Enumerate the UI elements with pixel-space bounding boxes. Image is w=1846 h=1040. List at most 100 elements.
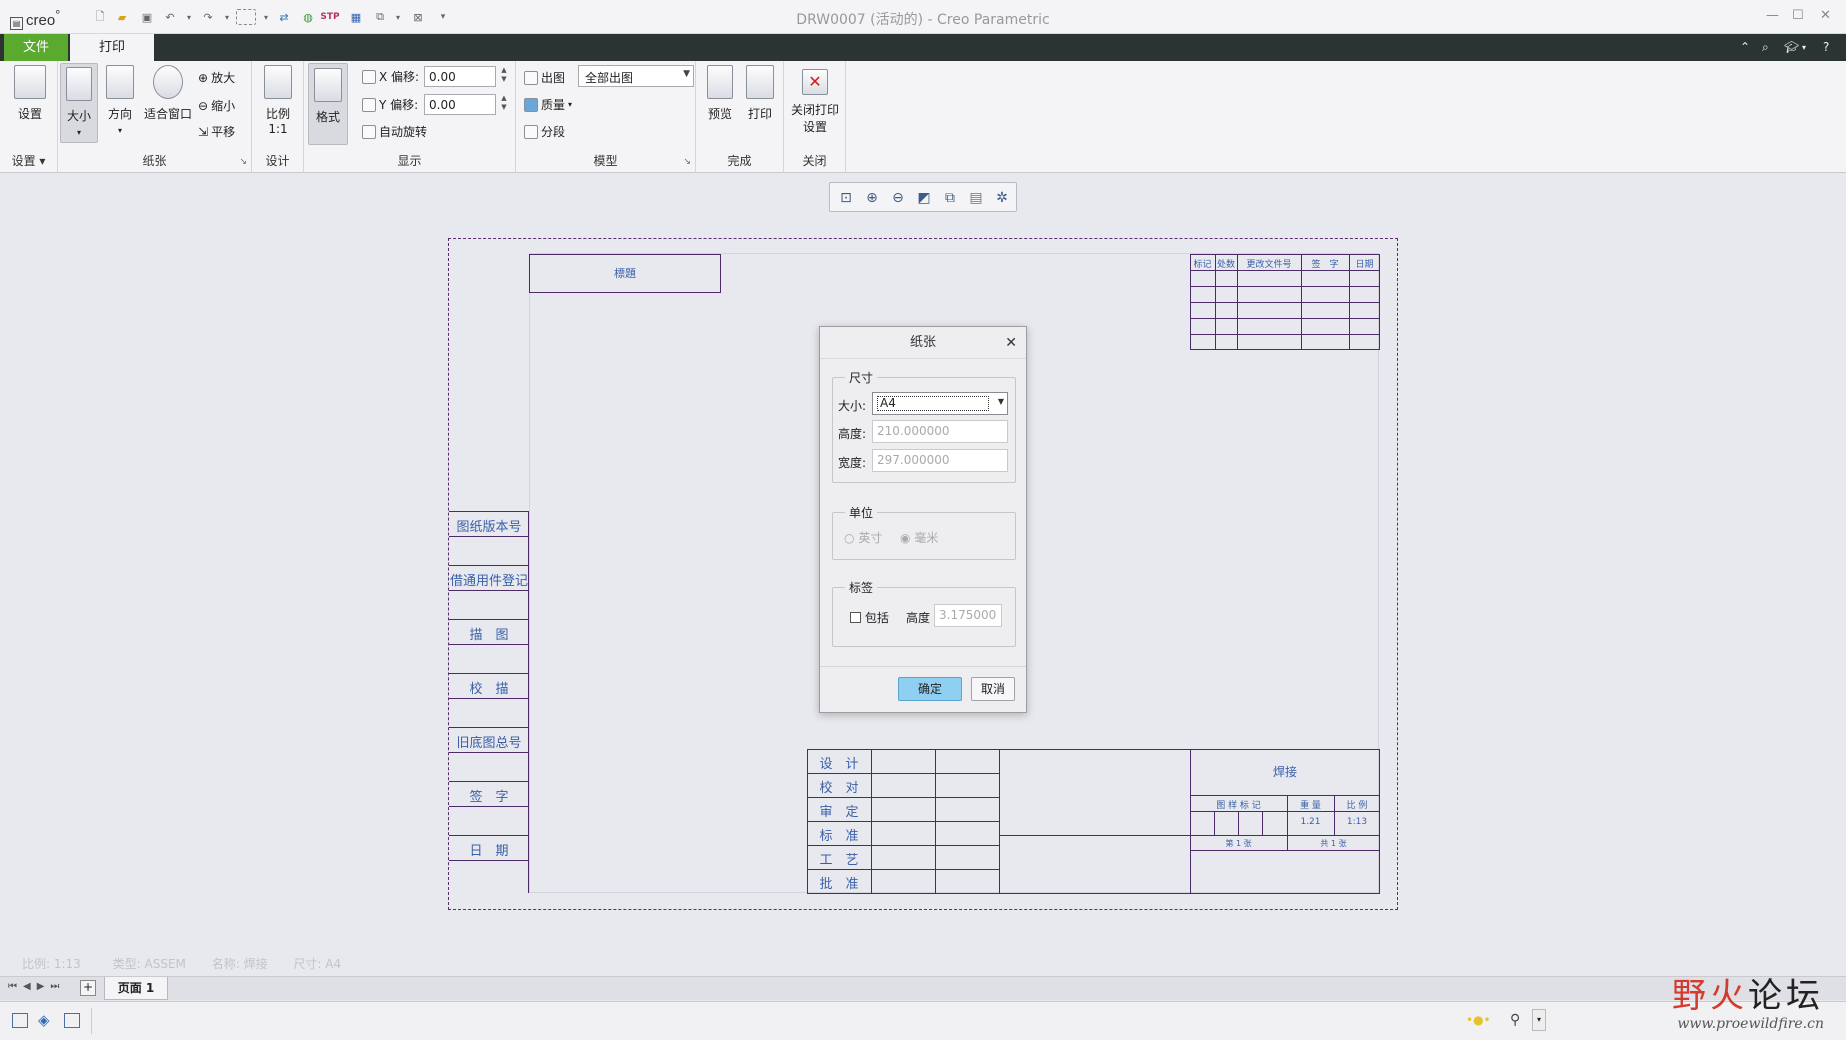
- y-offset-input[interactable]: 0.00: [424, 94, 496, 115]
- find-icon[interactable]: ⚲: [1510, 1012, 1520, 1028]
- paper-dialog: 纸张 ✕ 尺寸 大小: A4 ▼ 高度: 210.000000 宽度: 297.…: [819, 326, 1027, 713]
- learning-dropdown-icon[interactable]: ▾: [1802, 43, 1806, 52]
- status-lights-icon: •●•: [1466, 1013, 1491, 1027]
- group-settings: 设置 设置 ▾: [0, 61, 58, 173]
- plot-icon: [524, 70, 538, 85]
- collapse-ribbon-icon[interactable]: ⌃: [1740, 40, 1750, 54]
- model-tree-icon[interactable]: [12, 1013, 28, 1028]
- group-design: 比例 1:1 设计: [252, 61, 304, 173]
- pan-icon: ⇲: [198, 124, 209, 139]
- scale-icon: [264, 65, 292, 99]
- print-preview-icon[interactable]: ▤: [966, 188, 986, 208]
- fit-window-label: 适合窗口: [143, 107, 192, 121]
- search-icon[interactable]: ⌕: [1762, 40, 1769, 55]
- model-dialog-launcher-icon[interactable]: ↘: [683, 157, 691, 167]
- ribbon-tab-bar: 文件 打印 ⌃ ⌕ 🎓︎ ▾ ?: [0, 34, 1846, 61]
- scale-label: 比例: [265, 107, 290, 121]
- dialog-close-icon[interactable]: ✕: [1005, 335, 1017, 351]
- paper-size-icon: [66, 67, 92, 101]
- filter-dropdown-icon[interactable]: ▾: [1532, 1009, 1546, 1031]
- radio-selected-icon: ◉: [900, 531, 911, 545]
- repaint-icon[interactable]: ◩: [914, 188, 934, 208]
- sheet-total: 共 1 张: [1320, 839, 1347, 848]
- magnifier-icon: [153, 65, 183, 99]
- learning-icon[interactable]: 🎓︎: [1784, 40, 1799, 54]
- print-button[interactable]: 打印: [742, 65, 778, 122]
- status-size: 尺寸: A4: [293, 957, 342, 971]
- paper-dialog-launcher-icon[interactable]: ↘: [239, 157, 247, 167]
- orientation-button-label: 方向: [107, 107, 132, 121]
- zoom-out-icon[interactable]: ⊖: [888, 188, 908, 208]
- close-button[interactable]: ✕: [1820, 8, 1831, 23]
- browser-icon[interactable]: ◈: [38, 1011, 50, 1029]
- cancel-button[interactable]: 取消: [971, 677, 1015, 701]
- zoom-out-label: 缩小: [211, 99, 236, 113]
- view-toolbar: ⊡ ⊕ ⊖ ◩ ⧉ ▤ ✲: [829, 182, 1017, 212]
- group-design-label: 设计: [265, 154, 290, 168]
- zoom-out-button[interactable]: ⊖ 缩小: [198, 97, 235, 114]
- full-screen-icon[interactable]: [64, 1013, 80, 1028]
- plot-button[interactable]: 出图: [524, 69, 565, 86]
- page-1-tab[interactable]: 页面 1: [104, 977, 168, 1000]
- quality-button[interactable]: 质量 ▾: [524, 96, 572, 113]
- plot-combo[interactable]: 全部出图 ▼: [578, 65, 694, 87]
- x-offset-input[interactable]: 0.00: [424, 66, 496, 87]
- rev-header-mark: 标记: [1193, 260, 1212, 270]
- title-sub-weight: 重 量: [1300, 801, 1321, 811]
- include-checkbox[interactable]: 包括: [850, 609, 889, 626]
- group-settings-label[interactable]: 设置 ▾: [0, 152, 57, 169]
- zoom-in-button[interactable]: ⊕ 放大: [198, 69, 235, 86]
- zoom-out-icon: ⊖: [198, 98, 209, 113]
- pan-button[interactable]: ⇲ 平移: [198, 123, 235, 140]
- refit-icon[interactable]: ⊡: [836, 188, 856, 208]
- segment-button[interactable]: 分段: [524, 123, 565, 140]
- saved-views-icon[interactable]: ⧉: [940, 188, 960, 208]
- size-group-legend: 尺寸: [845, 369, 878, 386]
- zoom-in-label: 放大: [211, 71, 236, 85]
- format-button[interactable]: 格式: [308, 63, 348, 145]
- status-name: 名称: 焊接: [211, 957, 268, 971]
- auto-rotate-icon: [362, 124, 376, 139]
- rev-header-doc: 更改文件号: [1246, 260, 1292, 270]
- scale-button[interactable]: 比例 1:1: [258, 65, 298, 136]
- label-height-label: 高度: [906, 611, 931, 625]
- height-field[interactable]: 210.000000: [872, 420, 1008, 443]
- group-display: 格式 X 偏移: 0.00 ▲ ▼ Y 偏移: 0.00 ▲ ▼ 自动旋转 显示: [304, 61, 516, 173]
- approval-standard: 标 准: [819, 829, 859, 844]
- printer-icon: [746, 65, 774, 99]
- settings-button[interactable]: 设置: [8, 65, 52, 122]
- y-offset-spinner[interactable]: ▲ ▼: [498, 94, 510, 115]
- label-height-field[interactable]: 3.175000: [934, 604, 1002, 627]
- unit-mm-label: 毫米: [914, 531, 939, 545]
- title-sub-scale: 比 例: [1346, 801, 1368, 811]
- help-icon[interactable]: ?: [1823, 40, 1829, 54]
- display-settings-icon[interactable]: ✲: [992, 188, 1012, 208]
- unit-inch-radio[interactable]: ○ 英寸: [844, 529, 882, 546]
- x-offset-spinner[interactable]: ▲ ▼: [498, 66, 510, 87]
- size-button[interactable]: 大小 ▾: [60, 63, 98, 143]
- tab-file[interactable]: 文件: [4, 34, 68, 61]
- minimize-button[interactable]: —: [1766, 8, 1779, 23]
- width-field[interactable]: 297.000000: [872, 449, 1008, 472]
- close-print-settings-button[interactable]: ✕ 关闭打印 设置: [786, 65, 844, 135]
- orientation-icon: [106, 65, 134, 99]
- ok-button[interactable]: 确定: [898, 677, 962, 701]
- preview-button[interactable]: 预览: [702, 65, 738, 122]
- size-select[interactable]: A4 ▼: [872, 392, 1008, 415]
- tab-print[interactable]: 打印: [70, 34, 154, 61]
- left-label-date: 日 期: [469, 844, 509, 859]
- left-label-register: 借通用件登记: [449, 574, 528, 589]
- window-title: DRW0007 (活动的) - Creo Parametric: [796, 12, 1050, 28]
- zoom-in-icon[interactable]: ⊕: [862, 188, 882, 208]
- maximize-button[interactable]: ☐: [1792, 8, 1804, 23]
- unit-mm-radio[interactable]: ◉ 毫米: [900, 529, 938, 546]
- add-page-button[interactable]: +: [80, 980, 96, 996]
- group-model: 出图 全部出图 ▼ 质量 ▾ 分段 模型 ↘: [516, 61, 696, 173]
- left-label-signature: 签 字: [469, 790, 509, 805]
- group-close-label: 关闭: [802, 154, 827, 168]
- auto-rotate-button[interactable]: 自动旋转: [362, 123, 427, 140]
- fit-window-button[interactable]: 适合窗口: [142, 65, 194, 122]
- approval-check: 校 对: [819, 781, 859, 796]
- orientation-button[interactable]: 方向 ▾: [102, 65, 138, 136]
- page-nav-icons[interactable]: ⏮◀▶⏭: [8, 981, 65, 992]
